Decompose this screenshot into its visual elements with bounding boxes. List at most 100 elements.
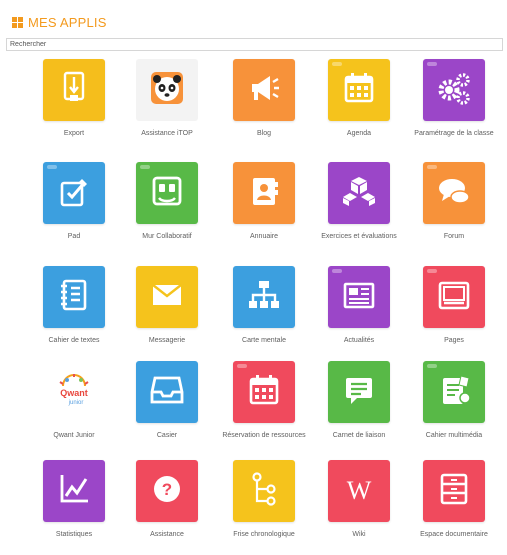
app-label: Carte mentale	[242, 337, 286, 344]
app-tile[interactable]	[423, 266, 485, 328]
app-tile[interactable]	[328, 361, 390, 423]
export-icon	[54, 68, 94, 113]
qwant-junior-logo: Qwant junior	[54, 370, 94, 415]
new-badge	[140, 165, 150, 169]
app-multimedia-notebook[interactable]: Cahier multimédia	[408, 361, 500, 441]
app-tile[interactable]	[43, 266, 105, 328]
page-window-icon	[434, 275, 474, 320]
new-badge	[332, 62, 342, 66]
app-tile[interactable]	[423, 361, 485, 423]
cubes-icon	[339, 171, 379, 216]
app-label: Messagerie	[148, 337, 186, 344]
app-label: Statistiques	[55, 531, 93, 538]
app-calendar-grid[interactable]: Réservation de ressources	[218, 361, 310, 441]
question-icon: ?	[147, 469, 187, 514]
app-tile[interactable]	[43, 162, 105, 224]
app-label: Actualités	[343, 337, 375, 344]
new-badge	[427, 62, 437, 66]
app-wiki[interactable]: W Wiki	[313, 460, 405, 540]
svg-text:Qwant: Qwant	[60, 388, 88, 398]
app-label: Réservation de ressources	[222, 432, 306, 439]
search-input[interactable]	[6, 38, 503, 51]
header: MES APPLIS	[12, 14, 107, 30]
app-tile[interactable]	[233, 59, 295, 121]
app-label: Agenda	[346, 130, 372, 137]
app-tile[interactable]	[328, 59, 390, 121]
app-tile[interactable]: ?	[136, 460, 198, 522]
multimedia-notebook-icon	[434, 370, 474, 415]
app-label: Cahier multimédia	[425, 432, 483, 439]
app-tile[interactable]	[328, 266, 390, 328]
app-tile[interactable]	[423, 162, 485, 224]
app-tile[interactable]	[233, 460, 295, 522]
app-drawers[interactable]: Espace documentaire	[408, 460, 500, 540]
app-tile[interactable]	[423, 59, 485, 121]
app-wall[interactable]: Mur Collaboratif	[121, 162, 213, 242]
app-envelope[interactable]: Messagerie	[121, 266, 213, 346]
app-timeline[interactable]: Frise chronologique	[218, 460, 310, 540]
message-icon	[339, 370, 379, 415]
wiki-icon: W	[339, 469, 379, 514]
app-panda[interactable]: Assistance iTOP	[121, 59, 213, 139]
new-badge	[332, 269, 342, 273]
app-chart-line[interactable]: Statistiques	[28, 460, 120, 540]
calendar-grid-icon	[244, 370, 284, 415]
app-page-window[interactable]: Pages	[408, 266, 500, 346]
new-badge	[427, 165, 437, 169]
drawers-icon	[434, 469, 474, 514]
inbox-tray-icon	[147, 370, 187, 415]
app-megaphone[interactable]: Blog	[218, 59, 310, 139]
app-calendar[interactable]: Agenda	[313, 59, 405, 139]
app-label: Espace documentaire	[420, 531, 488, 538]
contacts-icon	[244, 171, 284, 216]
app-tile[interactable]	[43, 460, 105, 522]
pad-icon	[54, 171, 94, 216]
svg-text:junior: junior	[68, 400, 84, 406]
svg-text:W: W	[347, 476, 372, 505]
apps-grid-icon	[12, 16, 23, 28]
app-contacts[interactable]: Annuaire	[218, 162, 310, 242]
calendar-icon	[339, 68, 379, 113]
app-tile[interactable]	[233, 266, 295, 328]
gears-icon	[434, 68, 474, 113]
app-tile[interactable]: W	[328, 460, 390, 522]
app-label: Frise chronologique	[233, 531, 295, 538]
panda-icon	[147, 68, 187, 113]
new-badge	[47, 165, 57, 169]
app-gears[interactable]: Paramétrage de la classe	[408, 59, 500, 139]
new-badge	[427, 364, 437, 368]
timeline-icon	[244, 469, 284, 514]
app-newspaper[interactable]: Actualités	[313, 266, 405, 346]
app-label: Exercices et évaluations	[321, 233, 397, 240]
app-tile[interactable]: Qwant junior	[43, 361, 105, 423]
app-label: Wiki	[352, 531, 366, 538]
new-badge	[237, 364, 247, 368]
app-speech-bubbles[interactable]: Forum	[408, 162, 500, 242]
app-label: Qwant Junior	[53, 432, 95, 439]
app-tile[interactable]	[423, 460, 485, 522]
app-tile[interactable]	[328, 162, 390, 224]
app-notebook[interactable]: Cahier de textes	[28, 266, 120, 346]
app-mindmap[interactable]: Carte mentale	[218, 266, 310, 346]
app-tile[interactable]	[136, 266, 198, 328]
new-badge	[427, 269, 437, 273]
app-pad[interactable]: Pad	[28, 162, 120, 242]
app-question[interactable]: ? Assistance	[121, 460, 213, 540]
app-label: Forum	[443, 233, 465, 240]
notebook-icon	[54, 275, 94, 320]
app-label: Pad	[67, 233, 81, 240]
newspaper-icon	[339, 275, 379, 320]
app-tile[interactable]	[233, 162, 295, 224]
app-tile[interactable]	[136, 59, 198, 121]
app-cubes[interactable]: Exercices et évaluations	[313, 162, 405, 242]
app-inbox-tray[interactable]: Casier	[121, 361, 213, 441]
app-label: Export	[63, 130, 85, 137]
app-message[interactable]: Carnet de liaison	[313, 361, 405, 441]
app-tile[interactable]	[136, 162, 198, 224]
app-tile[interactable]	[233, 361, 295, 423]
svg-text:?: ?	[162, 480, 172, 499]
app-tile[interactable]	[136, 361, 198, 423]
app-export[interactable]: Export	[28, 59, 120, 139]
app-qwant-junior[interactable]: Qwant junior Qwant Junior	[28, 361, 120, 441]
app-tile[interactable]	[43, 59, 105, 121]
